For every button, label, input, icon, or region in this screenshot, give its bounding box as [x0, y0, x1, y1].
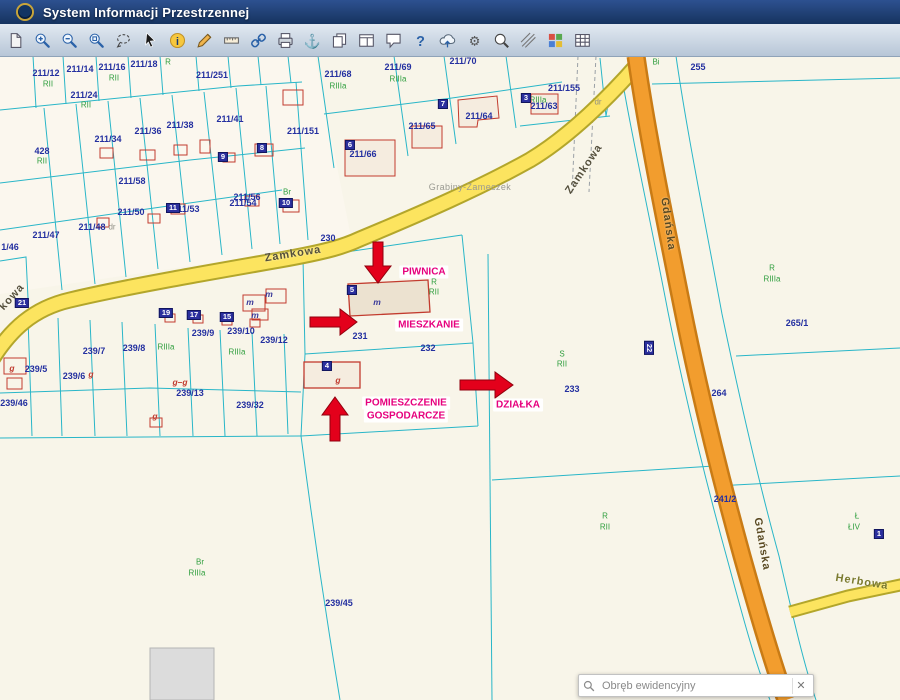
search-plus-icon[interactable]	[489, 28, 514, 53]
svg-text:⚙: ⚙	[469, 33, 480, 48]
app-title: System Informacji Przestrzennej	[43, 5, 249, 20]
table-icon[interactable]	[570, 28, 595, 53]
building-gray	[150, 648, 214, 700]
zoom-extent-icon[interactable]	[84, 28, 109, 53]
annotation-arrows	[310, 242, 513, 441]
close-icon[interactable]: ✕	[792, 678, 809, 694]
zoom-out-icon[interactable]	[57, 28, 82, 53]
anchor-icon[interactable]: ⚓	[300, 28, 325, 53]
slope-icon[interactable]	[516, 28, 541, 53]
toolbar: i ⚓? ⚙	[0, 24, 900, 57]
file-icon[interactable]	[3, 28, 28, 53]
print-icon[interactable]	[273, 28, 298, 53]
legend-icon[interactable]	[543, 28, 568, 53]
search-box[interactable]: ✕	[578, 674, 814, 697]
search-input[interactable]	[600, 679, 787, 693]
comment-icon[interactable]	[381, 28, 406, 53]
zoom-in-icon[interactable]	[30, 28, 55, 53]
help-icon[interactable]: ?	[408, 28, 433, 53]
cloud-upload-icon[interactable]	[435, 28, 460, 53]
app-logo-icon	[16, 3, 34, 21]
layout-icon[interactable]	[354, 28, 379, 53]
map-canvas[interactable]: 211/12211/14211/16211/18211/251211/24211…	[0, 56, 900, 700]
road-gdanska	[636, 56, 786, 700]
copy-icon[interactable]	[327, 28, 352, 53]
svg-text:i: i	[176, 35, 179, 47]
settings-icon[interactable]: ⚙	[462, 28, 487, 53]
measure-icon[interactable]	[219, 28, 244, 53]
road-herbowa	[790, 584, 900, 612]
title-bar: System Informacji Przestrzennej	[0, 0, 900, 24]
draw-icon[interactable]	[192, 28, 217, 53]
search-icon	[583, 680, 595, 692]
link-icon[interactable]	[246, 28, 271, 53]
info-icon[interactable]: i	[165, 28, 190, 53]
select-lasso-icon[interactable]	[111, 28, 136, 53]
svg-text:?: ?	[416, 33, 425, 48]
arrow-right-dzialka	[460, 372, 513, 398]
svg-text:⚓: ⚓	[304, 32, 321, 48]
map-base-svg	[0, 56, 900, 700]
pointer-icon[interactable]	[138, 28, 163, 53]
